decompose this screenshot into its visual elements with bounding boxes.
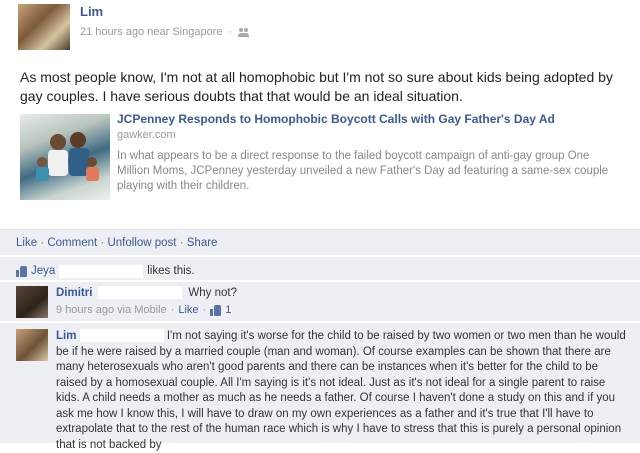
comment-item: Dimitri Why not? 9 hours ago via Mobile …: [0, 281, 640, 321]
redacted-surname: [79, 329, 164, 343]
action-separator: ·: [40, 237, 45, 249]
link-description: In what appears to be a direct response …: [117, 150, 609, 192]
redacted-surname: [98, 286, 183, 299]
meta-separator: ·: [170, 304, 175, 316]
meta-separator: ·: [228, 26, 233, 38]
comment-like-button[interactable]: Like: [178, 304, 198, 316]
comment-text: I'm not saying it's worse for the child …: [56, 330, 626, 451]
comment-like-count[interactable]: 1: [225, 304, 231, 316]
comment-body: Lim I'm not saying it's worse for the ch…: [56, 329, 626, 453]
likes-text: likes this.: [147, 265, 195, 277]
post-meta: 21 hours ago near Singapore ·: [80, 26, 250, 38]
post-actions-bar: Like · Comment · Unfollow post · Share: [0, 229, 640, 255]
commenter-name[interactable]: Lim: [56, 330, 76, 342]
comment-text: Why not?: [188, 286, 237, 299]
thumbs-up-icon: [16, 265, 27, 277]
likes-summary: Jeya likes this.: [0, 256, 640, 280]
link-title[interactable]: JCPenney Responds to Homophobic Boycott …: [117, 112, 555, 126]
thumbs-up-icon[interactable]: [210, 304, 222, 316]
action-separator: ·: [100, 237, 105, 249]
commenter-avatar[interactable]: [16, 286, 48, 318]
poster-avatar[interactable]: [18, 4, 70, 50]
comment-item: Lim I'm not saying it's worse for the ch…: [0, 322, 640, 451]
link-domain: gawker.com: [117, 129, 176, 141]
redacted-surname: [59, 264, 144, 278]
poster-name[interactable]: Lim: [80, 4, 103, 19]
comment-button[interactable]: Comment: [47, 237, 97, 249]
meta-separator: ·: [202, 304, 207, 316]
like-button[interactable]: Like: [16, 237, 37, 249]
link-thumbnail[interactable]: [20, 114, 110, 200]
liker-name[interactable]: Jeya: [31, 265, 55, 277]
unfollow-post-button[interactable]: Unfollow post: [107, 237, 176, 249]
comment-timestamp[interactable]: 9 hours ago via Mobile: [56, 304, 167, 316]
commenter-avatar[interactable]: [16, 329, 48, 361]
family-photo-image: [36, 132, 99, 181]
status-text: As most people know, I'm not at all homo…: [20, 69, 613, 104]
audience-friends-icon[interactable]: [238, 27, 250, 37]
commenter-name[interactable]: Dimitri: [56, 287, 92, 299]
share-button[interactable]: Share: [187, 237, 218, 249]
post-timestamp[interactable]: 21 hours ago near Singapore: [80, 26, 223, 38]
action-separator: ·: [179, 237, 184, 249]
